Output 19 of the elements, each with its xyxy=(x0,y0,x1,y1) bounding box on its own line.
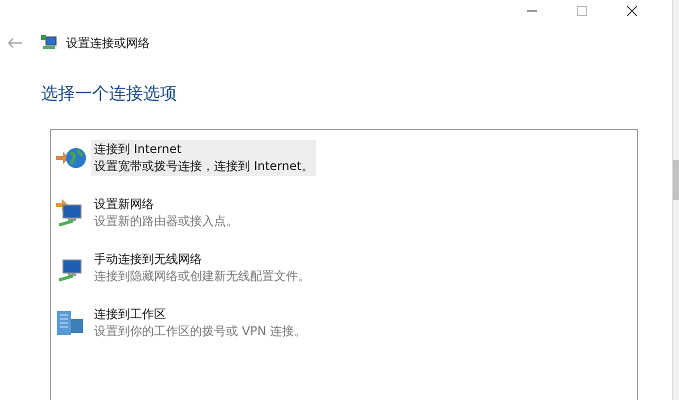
close-icon[interactable] xyxy=(627,6,637,16)
option-description: 设置到你的工作区的拨号或 VPN 连接。 xyxy=(94,323,306,340)
option-title: 连接到工作区 xyxy=(94,306,167,323)
option-description: 设置宽带或拨号连接，连接到 Internet。 xyxy=(94,158,314,175)
network-icon xyxy=(40,34,58,52)
back-arrow-icon[interactable] xyxy=(8,38,22,48)
option-item[interactable]: 连接到工作区 设置到你的工作区的拨号或 VPN 连接。 xyxy=(91,305,310,341)
option-title: 设置新网络 xyxy=(94,196,155,213)
option-description: 设置新的路由器或接入点。 xyxy=(94,213,238,230)
option-title: 手动连接到无线网络 xyxy=(94,251,203,268)
option-title: 连接到 Internet xyxy=(94,141,182,158)
option-description: 连接到隐藏网络或创建新无线配置文件。 xyxy=(94,268,310,285)
option-item[interactable]: 连接到 Internet 设置宽带或拨号连接，连接到 Internet。 xyxy=(91,140,316,176)
option-item[interactable]: 手动连接到无线网络 连接到隐藏网络或创建新无线配置文件。 xyxy=(91,250,313,286)
maximize-icon[interactable] xyxy=(577,6,587,16)
option-item[interactable]: 设置新网络 设置新的路由器或接入点。 xyxy=(91,195,241,231)
scrollbar[interactable] xyxy=(672,0,679,400)
page-heading: 选择一个连接选项 xyxy=(41,83,178,105)
window-title: 设置连接或网络 xyxy=(66,34,150,52)
